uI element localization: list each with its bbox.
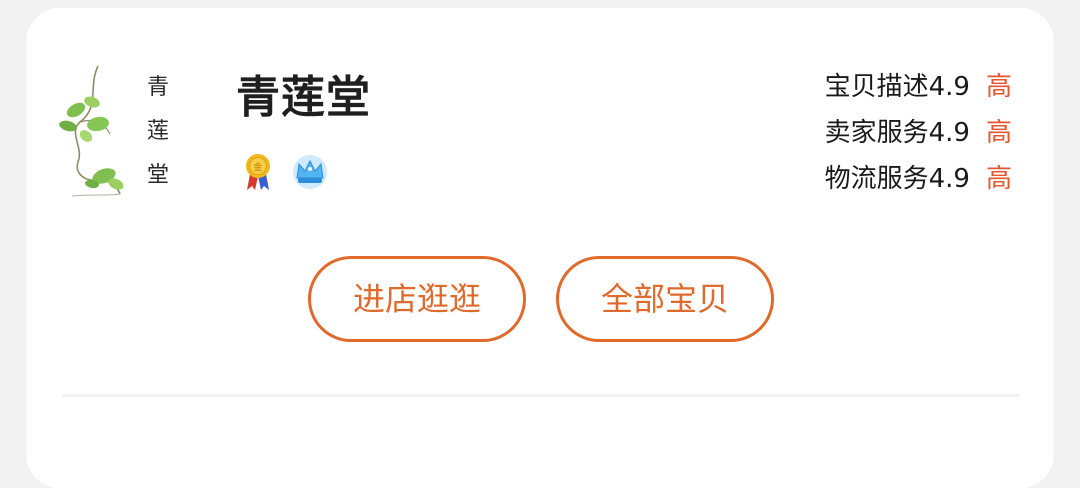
rating-score: 4.9	[928, 164, 970, 194]
divider	[62, 394, 1020, 397]
shop-name: 青莲堂	[236, 72, 371, 123]
crown-icon	[290, 152, 330, 192]
svg-text:金: 金	[253, 161, 262, 173]
shop-ratings: 宝贝描述4.9 高 卖家服务4.9 高 物流服务4.9 高	[825, 64, 1012, 202]
rating-item-description: 宝贝描述4.9 高	[825, 64, 1012, 110]
shop-logo[interactable]: 青 莲 堂	[58, 62, 200, 202]
rating-level: 高	[985, 118, 1012, 148]
rating-label: 卖家服务	[824, 118, 929, 148]
shop-logo-image: 青 莲 堂	[58, 62, 200, 202]
rating-label: 物流服务	[824, 164, 929, 194]
rating-item-logistics: 物流服务4.9 高	[825, 156, 1012, 202]
svg-text:堂: 堂	[147, 163, 169, 188]
rating-score: 4.9	[928, 72, 970, 102]
gold-medal-icon: 金	[238, 152, 278, 192]
rating-level: 高	[985, 164, 1012, 194]
rating-level: 高	[985, 72, 1012, 102]
enter-shop-button[interactable]: 进店逛逛	[308, 256, 526, 342]
rating-score: 4.9	[928, 118, 970, 148]
rating-item-service: 卖家服务4.9 高	[825, 110, 1012, 156]
svg-text:青: 青	[147, 75, 169, 100]
rating-label: 宝贝描述	[824, 72, 929, 102]
all-items-button[interactable]: 全部宝贝	[556, 256, 774, 342]
svg-text:莲: 莲	[147, 119, 169, 144]
